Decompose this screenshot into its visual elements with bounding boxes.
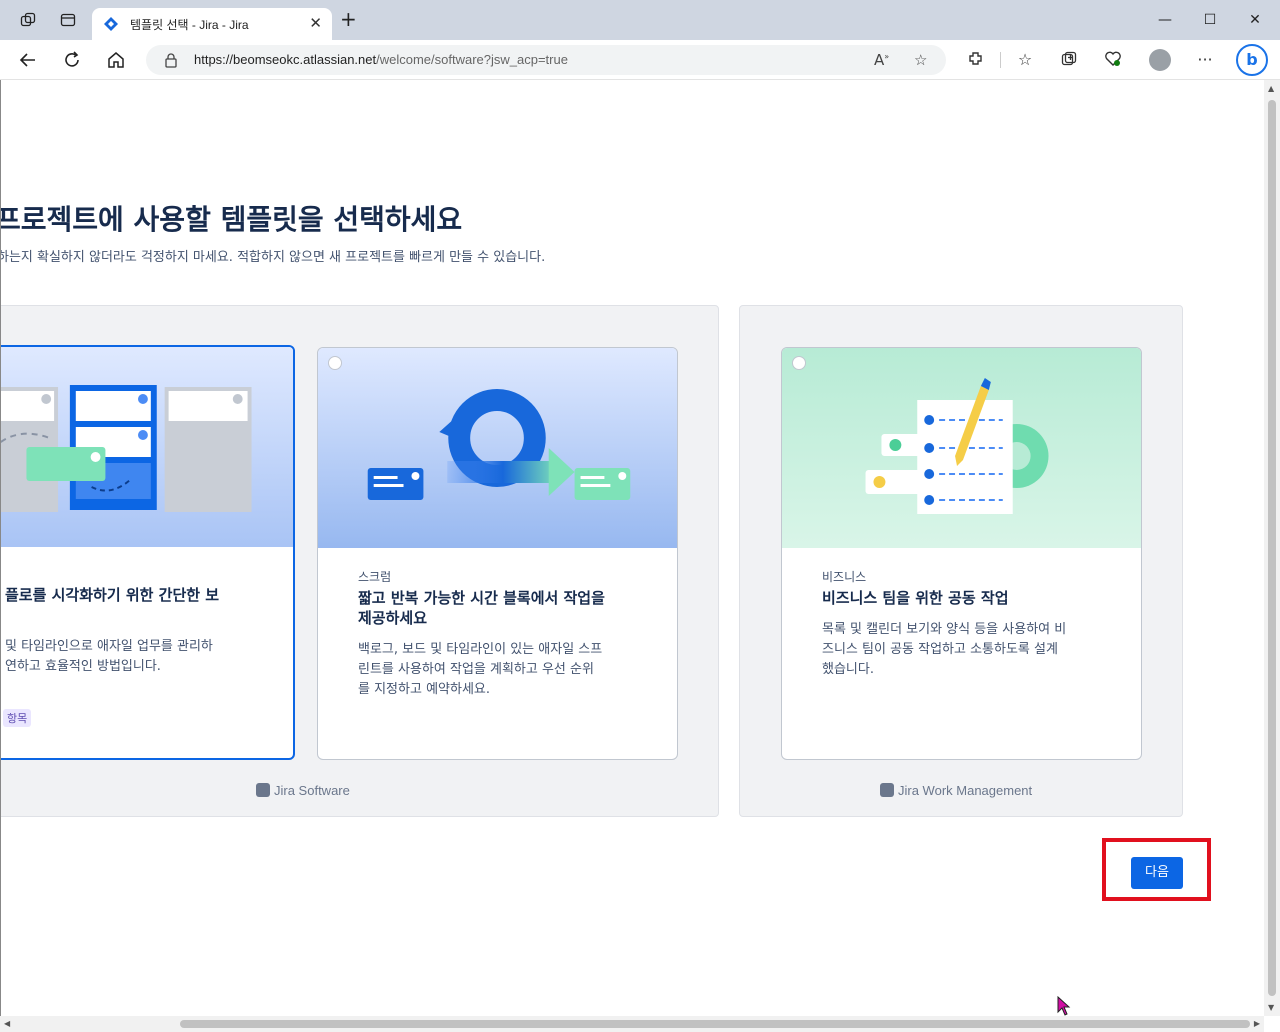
collections-icon[interactable] [1059,50,1079,70]
template-card-scrum[interactable]: 스크럼 짧고 반복 가능한 시간 블록에서 작업을 제공하세요 백로그, 보드 … [317,347,678,760]
browser-tab-active[interactable]: 템플릿 선택 - Jira - Jira ✕ [92,8,332,40]
lock-icon[interactable] [164,52,178,68]
vertical-scrollbar[interactable]: ▲ ▼ [1264,80,1280,1016]
more-options-icon[interactable]: ··· [1195,50,1215,70]
card-category: 비즈니스 [822,570,867,584]
card-description: 및 타임라인으로 애자일 업무를 관리하 연하고 효율적인 방법입니다. [5,639,213,674]
browser-titlebar: 템플릿 선택 - Jira - Jira ✕ + — ☐ ✕ [0,0,1280,40]
scroll-left-arrow-icon[interactable]: ◀ [4,1019,10,1028]
card-category: 스크럼 [358,570,392,584]
business-illustration [782,348,1141,548]
bing-copilot-icon[interactable]: b [1236,44,1268,76]
favorite-star-icon[interactable]: ☆ [914,51,927,69]
jira-work-management-icon [880,783,894,797]
refresh-icon[interactable] [62,50,82,70]
red-highlight-box [1102,838,1211,901]
kanban-illustration [1,347,293,547]
template-card-kanban[interactable]: 플로를 시각화하기 위한 간단한 보 및 타임라인으로 애자일 업무를 관리하 … [1,345,295,760]
page-title: 프로젝트에 사용할 템플릿을 선택하세요 [0,203,463,236]
toolbar-separator [1000,52,1001,68]
workspaces-icon[interactable] [20,12,36,28]
scroll-right-arrow-icon[interactable]: ▶ [1254,1019,1260,1028]
browser-essentials-icon[interactable] [1103,50,1123,70]
close-window-button[interactable]: ✕ [1240,8,1270,32]
page-viewport: 프로젝트에 사용할 템플릿을 선택하세요 하는지 확실하지 않더라도 걱정하지 … [0,80,1264,1016]
template-card-business[interactable]: 비즈니스 비즈니스 팀을 위한 공동 작업 목록 및 캘린더 보기와 양식 등을… [781,347,1142,760]
page-subtitle: 하는지 확실하지 않더라도 걱정하지 마세요. 적합하지 않으면 새 프로젝트를… [0,250,546,265]
new-tab-button[interactable]: + [340,9,357,29]
tab-actions-icon[interactable] [60,12,76,28]
card-description: 백로그, 보드 및 타임라인이 있는 애자일 스프 린트를 사용하여 작업을 계… [358,642,603,697]
jira-software-icon [256,783,270,797]
address-bar[interactable]: https://beomseokc.atlassian.net/welcome/… [146,45,946,75]
url-text[interactable]: https://beomseokc.atlassian.net/welcome/… [194,52,568,67]
horizontal-scroll-thumb[interactable] [180,1020,1250,1028]
scrum-illustration [318,348,677,548]
home-icon[interactable] [106,50,126,70]
card-title: 비즈니스 팀을 위한 공동 작업 [822,589,1009,607]
minimize-button[interactable]: — [1150,8,1180,32]
card-title: 짧고 반복 가능한 시간 블록에서 작업을 제공하세요 [358,589,605,627]
group-label-jira-software: Jira Software [256,783,350,798]
horizontal-scrollbar[interactable]: ◀ ▶ [0,1016,1264,1032]
maximize-button[interactable]: ☐ [1195,8,1225,32]
browser-toolbar: https://beomseokc.atlassian.net/welcome/… [0,40,1280,80]
mouse-cursor-icon [1057,996,1071,1016]
profile-avatar[interactable] [1149,49,1171,71]
favorites-icon[interactable]: ☆ [1015,50,1035,70]
card-title: 플로를 시각화하기 위한 간단한 보 [5,586,220,604]
scrum-radio-button[interactable] [328,356,342,370]
group-label-jira-work-management: Jira Work Management [880,783,1032,798]
scroll-down-arrow-icon[interactable]: ▼ [1268,1003,1274,1012]
scroll-up-arrow-icon[interactable]: ▲ [1268,84,1274,93]
extensions-icon[interactable] [966,50,986,70]
jira-favicon-icon [104,17,118,31]
card-description: 목록 및 캘린더 보기와 양식 등을 사용하여 비 즈니스 팀이 공동 작업하고… [822,622,1067,677]
business-radio-button[interactable] [792,356,806,370]
read-aloud-icon[interactable]: A» [874,51,889,69]
tab-close-icon[interactable]: ✕ [309,14,322,32]
vertical-scroll-thumb[interactable] [1268,100,1276,996]
card-lozenge: 항목 [3,709,32,727]
back-icon[interactable] [18,50,38,70]
tab-title: 템플릿 선택 - Jira - Jira [130,18,249,32]
